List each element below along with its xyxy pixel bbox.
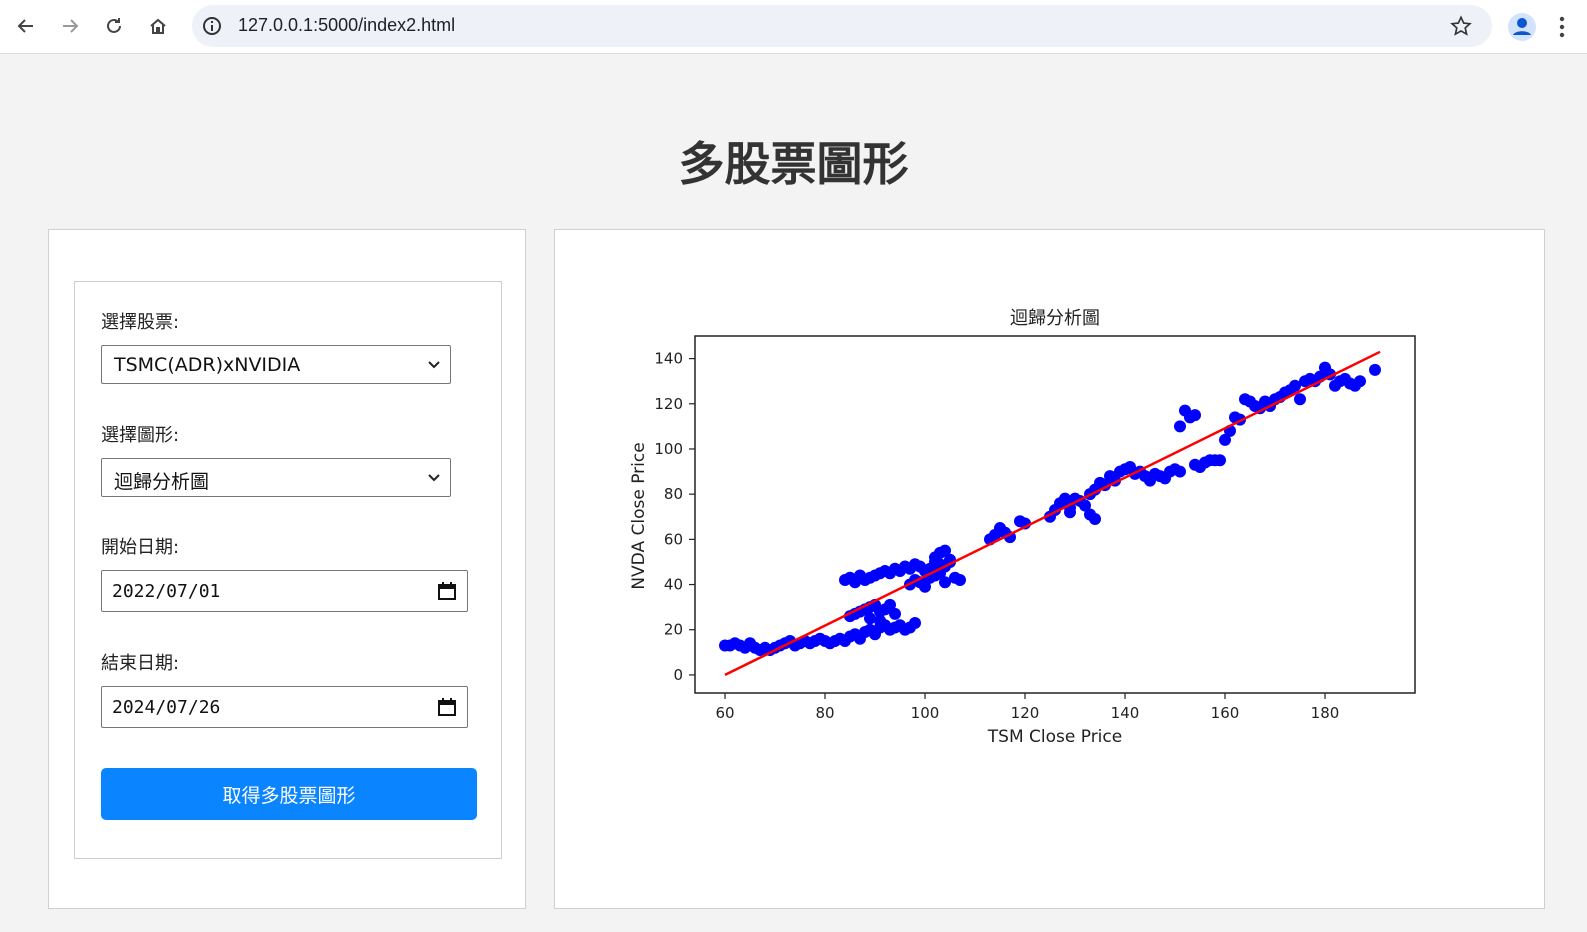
- data-point: [1369, 363, 1381, 376]
- forward-arrow-icon: [63, 19, 79, 33]
- page-title: 多股票圖形: [678, 137, 909, 191]
- submit-button[interactable]: 取得多股票圖形: [101, 768, 477, 820]
- address-bar[interactable]: 127.0.0.1:5000/index2.html: [192, 5, 1492, 47]
- start-date-value: 2022/07/01: [112, 581, 221, 602]
- regression-chart: 迴歸分析圖 60 80 100 120 140 160 180 0 20 40 60 80 100 12…: [629, 308, 1416, 747]
- data-point: [1174, 465, 1186, 478]
- data-point: [954, 574, 966, 587]
- chevron-down-icon: [428, 361, 440, 369]
- chart-type-select-value: 迴歸分析圖: [114, 471, 210, 493]
- y-tick-label: 0: [673, 666, 683, 684]
- url-text: 127.0.0.1:5000/index2.html: [238, 15, 456, 35]
- forward-button[interactable]: [54, 10, 86, 42]
- query-form: 選擇股票: TSMC(ADR)xNVIDIA 選擇圖形: 迴歸分析圖 開始日期:…: [74, 281, 502, 859]
- chart-title: 迴歸分析圖: [1010, 308, 1100, 329]
- reload-icon: [107, 18, 121, 33]
- data-point: [874, 614, 886, 627]
- back-button[interactable]: [10, 10, 42, 42]
- back-arrow-icon: [17, 19, 33, 33]
- y-tick-label: 140: [654, 350, 683, 368]
- end-date-input[interactable]: 2024/07/26: [101, 686, 468, 728]
- data-point: [1214, 454, 1226, 467]
- chart-type-select[interactable]: 迴歸分析圖: [101, 458, 451, 497]
- data-point: [1294, 393, 1306, 406]
- y-tick-label: 40: [664, 576, 683, 594]
- data-point: [1174, 420, 1186, 433]
- profile-avatar-icon[interactable]: [1507, 12, 1537, 42]
- chart-type-label: 選擇圖形:: [101, 425, 180, 446]
- x-tick-label: 100: [911, 704, 940, 722]
- more-menu-icon[interactable]: [1553, 14, 1571, 40]
- x-tick-label: 180: [1311, 704, 1340, 722]
- browser-toolbar: 127.0.0.1:5000/index2.html: [0, 0, 1587, 54]
- stock-select-value: TSMC(ADR)xNVIDIA: [114, 354, 301, 376]
- x-axis: 60 80 100 120 140 160 180: [715, 693, 1339, 722]
- x-axis-label: TSM Close Price: [987, 727, 1122, 747]
- bookmark-star-icon[interactable]: [1450, 15, 1472, 37]
- data-point: [889, 607, 901, 620]
- x-tick-label: 160: [1211, 704, 1240, 722]
- y-tick-label: 120: [654, 395, 683, 413]
- chart-panel: 迴歸分析圖 60 80 100 120 140 160 180 0 20 40 60 80 100 12…: [554, 229, 1545, 909]
- stock-select[interactable]: TSMC(ADR)xNVIDIA: [101, 345, 451, 384]
- data-point: [939, 576, 951, 589]
- stock-label: 選擇股票:: [101, 312, 180, 333]
- data-point: [1189, 409, 1201, 422]
- data-point: [909, 616, 921, 629]
- calendar-icon[interactable]: [437, 697, 457, 717]
- x-tick-label: 60: [715, 704, 734, 722]
- data-point: [1089, 513, 1101, 526]
- reload-button[interactable]: [98, 10, 130, 42]
- chevron-down-icon: [428, 474, 440, 482]
- y-tick-label: 80: [664, 485, 683, 503]
- y-axis-label: NVDA Close Price: [629, 442, 649, 589]
- start-date-label: 開始日期:: [101, 537, 180, 558]
- data-point: [1354, 375, 1366, 388]
- start-date-input[interactable]: 2022/07/01: [101, 570, 468, 612]
- end-date-value: 2024/07/26: [112, 697, 221, 718]
- home-button[interactable]: [142, 10, 174, 42]
- y-tick-label: 60: [664, 530, 683, 548]
- end-date-label: 結束日期:: [101, 653, 180, 674]
- x-tick-label: 80: [815, 704, 834, 722]
- y-tick-label: 20: [664, 621, 683, 639]
- y-tick-label: 100: [654, 440, 683, 458]
- y-axis: 0 20 40 60 80 100 120 140: [654, 350, 695, 684]
- form-panel: 選擇股票: TSMC(ADR)xNVIDIA 選擇圖形: 迴歸分析圖 開始日期:…: [48, 229, 526, 909]
- x-tick-label: 120: [1011, 704, 1040, 722]
- data-point: [864, 612, 876, 625]
- x-tick-label: 140: [1111, 704, 1140, 722]
- site-info-icon[interactable]: [202, 16, 222, 36]
- calendar-icon[interactable]: [437, 581, 457, 601]
- home-icon: [150, 18, 166, 34]
